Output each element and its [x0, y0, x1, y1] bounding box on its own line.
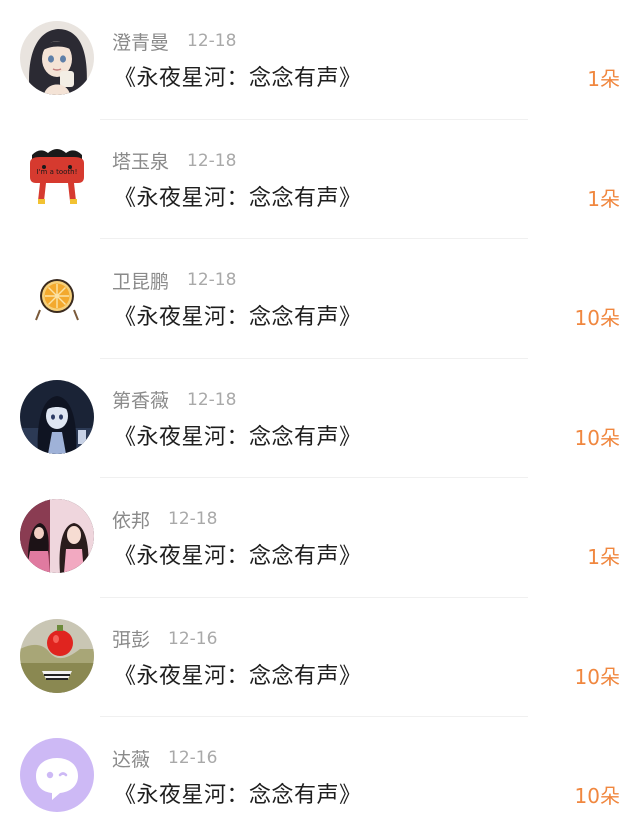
gift-date: 12-18	[187, 150, 237, 171]
gift-date: 12-18	[187, 270, 237, 290]
gift-date: 12-18	[168, 509, 218, 529]
avatar[interactable]	[20, 499, 94, 573]
pink-girl-photo-avatar-icon	[20, 499, 94, 573]
gift-date: 12-16	[168, 748, 218, 768]
red-balloon-avatar-icon	[20, 618, 94, 693]
gift-date: 12-18	[187, 31, 237, 51]
avatar[interactable]	[20, 21, 94, 95]
avatar[interactable]	[20, 260, 94, 334]
book-title[interactable]: 《永夜星河：念念有声》	[114, 658, 362, 690]
orange-slice-avatar-icon	[20, 260, 94, 334]
gift-record-list: 澄青曼 12-18 《永夜星河：念念有声》 1朵 I'm a tooth! 塔玉…	[0, 0, 640, 828]
record-meta: 卫昆鹏 12-18	[112, 267, 236, 293]
list-item[interactable]: I'm a tooth! 塔玉泉 12-18 《永夜星河：念念有声》 1朵	[0, 120, 640, 239]
gift-amount: 10朵	[574, 784, 620, 808]
book-title[interactable]: 《永夜星河：念念有声》	[114, 419, 362, 451]
record-meta: 澄青曼 12-18	[112, 28, 236, 54]
gift-amount: 1朵	[587, 186, 620, 211]
record-meta: 弭彭 12-16	[112, 626, 217, 652]
book-title[interactable]: 《永夜星河：念念有声》	[114, 777, 362, 809]
record-meta: 依邦 12-18	[112, 506, 217, 532]
gift-amount: 10朵	[574, 664, 620, 689]
record-meta: 第香薇 12-18	[112, 387, 236, 413]
record-meta: 达薇 12-16	[112, 745, 217, 771]
gift-amount: 10朵	[574, 306, 620, 330]
user-name[interactable]: 依邦	[112, 506, 150, 533]
avatar[interactable]	[20, 379, 94, 454]
list-item[interactable]: 达薇 12-16 《永夜星河：念念有声》 10朵	[0, 717, 640, 837]
book-title[interactable]: 《永夜星河：念念有声》	[114, 180, 362, 212]
user-name[interactable]: 第香薇	[112, 386, 169, 413]
user-name[interactable]: 塔玉泉	[112, 147, 169, 174]
book-title[interactable]: 《永夜星河：念念有声》	[114, 299, 362, 331]
list-item[interactable]: 弭彭 12-16 《永夜星河：念念有声》 10朵	[0, 598, 640, 717]
user-name[interactable]: 达薇	[112, 745, 150, 772]
user-name[interactable]: 卫昆鹏	[112, 267, 169, 294]
avatar[interactable]	[20, 738, 94, 812]
avatar-caption: I'm a tooth!	[37, 168, 78, 176]
list-item[interactable]: 卫昆鹏 12-18 《永夜星河：念念有声》 10朵	[0, 239, 640, 359]
book-title[interactable]: 《永夜星河：念念有声》	[114, 60, 362, 92]
tooth-cartoon-avatar-icon: I'm a tooth!	[20, 140, 94, 215]
gift-amount: 10朵	[574, 425, 620, 450]
gift-date: 12-16	[168, 628, 218, 649]
avatar[interactable]	[20, 618, 94, 693]
gift-date: 12-18	[187, 389, 237, 410]
chat-bubble-avatar-icon	[20, 738, 94, 812]
anime-girl-night-avatar-icon	[20, 379, 94, 454]
avatar[interactable]: I'm a tooth!	[20, 140, 94, 215]
list-item[interactable]: 第香薇 12-18 《永夜星河：念念有声》 10朵	[0, 359, 640, 478]
user-name[interactable]: 弭彭	[112, 625, 150, 652]
record-meta: 塔玉泉 12-18	[112, 148, 236, 174]
user-name[interactable]: 澄青曼	[112, 28, 169, 55]
girl-anime-avatar-icon	[20, 21, 94, 95]
list-item[interactable]: 澄青曼 12-18 《永夜星河：念念有声》 1朵	[0, 0, 640, 120]
list-item[interactable]: 依邦 12-18 《永夜星河：念念有声》 1朵	[0, 478, 640, 598]
book-title[interactable]: 《永夜星河：念念有声》	[114, 538, 362, 570]
gift-amount: 1朵	[587, 545, 620, 569]
gift-amount: 1朵	[587, 67, 620, 91]
